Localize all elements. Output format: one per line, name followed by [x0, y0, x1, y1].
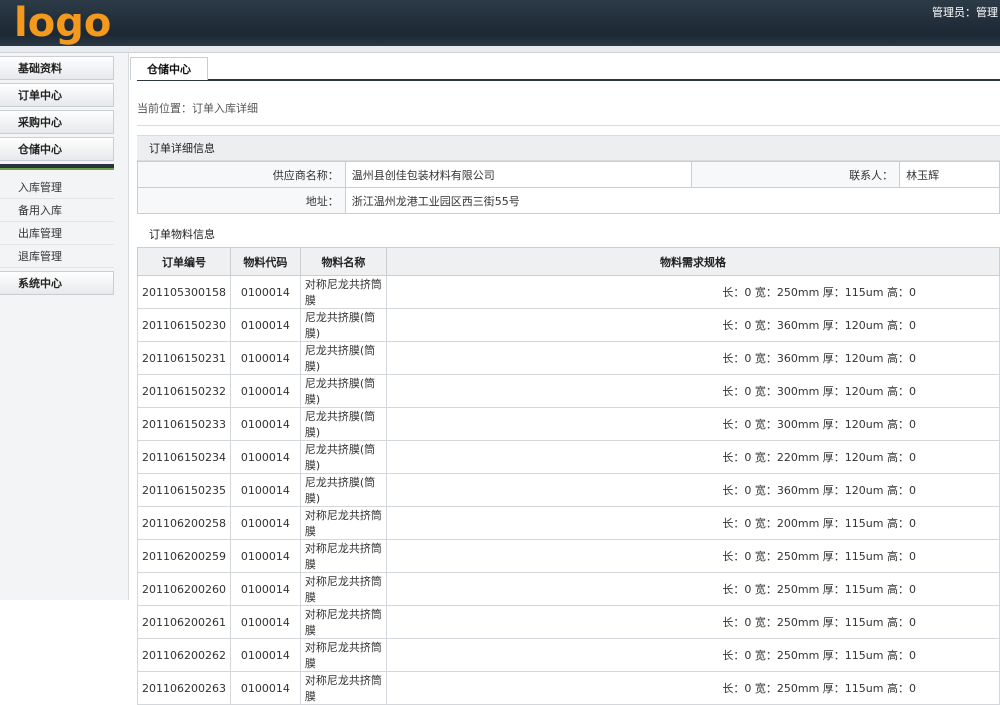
spec-cell: 长：0 宽：220mm 厚：120um 高：0 [386, 440, 1000, 474]
material-code-cell: 0100014 [229, 638, 301, 672]
material-code-cell: 0100014 [229, 671, 301, 705]
material-code-cell: 0100014 [229, 572, 301, 606]
spec-cell: 长：0 宽：300mm 厚：120um 高：0 [386, 407, 1000, 441]
supplier-label: 供应商名称： [137, 161, 346, 188]
order-detail-heading: 订单详细信息 [137, 135, 1000, 161]
material-name-cell: 尼龙共挤膜(筒膜) [299, 341, 388, 375]
material-code-cell: 0100014 [229, 341, 301, 375]
address-value: 浙江温州龙港工业园区西三街55号 [344, 187, 1000, 214]
supplier-value: 温州县创佳包装材料有限公司 [344, 161, 693, 188]
column-header-material-name: 物料名称 [299, 247, 388, 276]
material-name-cell: 尼龙共挤膜(筒膜) [299, 308, 388, 342]
order-no-cell: 201106200259 [137, 539, 231, 573]
table-row: 201106150231 0100014 尼龙共挤膜(筒膜) 长：0 宽：360mm … [137, 341, 1000, 375]
table-row: 201106150232 0100014 尼龙共挤膜(筒膜) 长：0 宽：300mm … [137, 374, 1000, 408]
order-items-table: 订单编号 物料代码 物料名称 物料需求规格 201105300158 010001… [137, 247, 1000, 705]
menu-warehouse-center[interactable]: 仓储中心 [0, 137, 114, 161]
order-no-cell: 201106150230 [137, 308, 231, 342]
material-code-cell: 0100014 [229, 407, 301, 441]
order-no-cell: 201106150233 [137, 407, 231, 441]
tab-bar: 仓储中心 [130, 53, 1000, 81]
contact-value: 林玉辉 [899, 161, 1000, 188]
table-row: 201106150234 0100014 尼龙共挤膜(筒膜) 长：0 宽：220mm … [137, 440, 1000, 474]
table-row: 201106150235 0100014 尼龙共挤膜(筒膜) 长：0 宽：360mm … [137, 473, 1000, 507]
material-name-cell: 对称尼龙共挤筒膜 [299, 638, 388, 672]
menu-active-divider [0, 164, 114, 170]
material-name-cell: 尼龙共挤膜(筒膜) [299, 473, 388, 507]
material-code-cell: 0100014 [229, 473, 301, 507]
table-row: 201106200260 0100014 对称尼龙共挤筒膜 长：0 宽：250mm 厚… [137, 572, 1000, 606]
sidebar: 基础资料 订单中心 采购中心 仓储中心 入库管理 备用入库 出库管理 退库管理 … [0, 53, 129, 600]
logo: logo [14, 0, 112, 46]
spec-cell: 长：0 宽：360mm 厚：120um 高：0 [386, 308, 1000, 342]
material-code-cell: 0100014 [229, 605, 301, 639]
table-row: 201106200263 0100014 对称尼龙共挤筒膜 长：0 宽：250mm 厚… [137, 671, 1000, 705]
material-code-cell: 0100014 [229, 506, 301, 540]
material-name-cell: 对称尼龙共挤筒膜 [299, 572, 388, 606]
column-header-material-code: 物料代码 [229, 247, 301, 276]
spec-cell: 长：0 宽：250mm 厚：115um 高：0 [386, 638, 1000, 672]
order-no-cell: 201106200258 [137, 506, 231, 540]
table-row: 201106200259 0100014 对称尼龙共挤筒膜 长：0 宽：250mm 厚… [137, 539, 1000, 573]
submenu-inbound[interactable]: 入库管理 [0, 176, 114, 199]
menu-basic-data[interactable]: 基础资料 [0, 56, 114, 80]
material-name-cell: 尼龙共挤膜(筒膜) [299, 440, 388, 474]
material-name-cell: 对称尼龙共挤筒膜 [299, 605, 388, 639]
material-code-cell: 0100014 [229, 275, 301, 309]
table-row: 201106150230 0100014 尼龙共挤膜(筒膜) 长：0 宽：360mm … [137, 308, 1000, 342]
spec-cell: 长：0 宽：250mm 厚：115um 高：0 [386, 275, 1000, 309]
order-no-cell: 201106200261 [137, 605, 231, 639]
contact-label: 联系人： [691, 161, 901, 188]
spec-cell: 长：0 宽：360mm 厚：120um 高：0 [386, 341, 1000, 375]
material-code-cell: 0100014 [229, 308, 301, 342]
spec-cell: 长：0 宽：200mm 厚：115um 高：0 [386, 506, 1000, 540]
spec-cell: 长：0 宽：250mm 厚：115um 高：0 [386, 572, 1000, 606]
breadcrumb: 当前位置：订单入库详细 [137, 102, 258, 115]
order-no-cell: 201106200262 [137, 638, 231, 672]
column-header-spec: 物料需求规格 [386, 247, 1000, 276]
column-header-order-no: 订单编号 [137, 247, 231, 276]
menu-purchase-center[interactable]: 采购中心 [0, 110, 114, 134]
order-no-cell: 201106200263 [137, 671, 231, 705]
tab-warehouse-center[interactable]: 仓储中心 [130, 57, 208, 80]
app-header: logo 管理员：管理 [0, 0, 1000, 46]
spec-cell: 长：0 宽：250mm 厚：115um 高：0 [386, 671, 1000, 705]
material-name-cell: 对称尼龙共挤筒膜 [299, 671, 388, 705]
order-items-heading: 订单物料信息 [137, 222, 1000, 247]
order-no-cell: 201106200260 [137, 572, 231, 606]
spec-cell: 长：0 宽：300mm 厚：120um 高：0 [386, 374, 1000, 408]
table-row: 201106200258 0100014 对称尼龙共挤筒膜 长：0 宽：200mm 厚… [137, 506, 1000, 540]
order-no-cell: 201106150232 [137, 374, 231, 408]
main-content: 仓储中心 当前位置：订单入库详细 订单详细信息 供应商名称： 温州县创佳包装材料… [130, 53, 1000, 705]
spec-cell: 长：0 宽：250mm 厚：115um 高：0 [386, 605, 1000, 639]
submenu-standby-inbound[interactable]: 备用入库 [0, 199, 114, 222]
order-no-cell: 201106150231 [137, 341, 231, 375]
address-label: 地址： [137, 187, 346, 214]
menu-order-center[interactable]: 订单中心 [0, 83, 114, 107]
current-user: 管理员：管理 [932, 6, 998, 19]
submenu-return[interactable]: 退库管理 [0, 245, 114, 268]
material-code-cell: 0100014 [229, 539, 301, 573]
material-code-cell: 0100014 [229, 440, 301, 474]
material-code-cell: 0100014 [229, 374, 301, 408]
divider [137, 125, 1000, 126]
material-name-cell: 尼龙共挤膜(筒膜) [299, 374, 388, 408]
spec-cell: 长：0 宽：360mm 厚：120um 高：0 [386, 473, 1000, 507]
submenu-outbound[interactable]: 出库管理 [0, 222, 114, 245]
header-subbar [0, 46, 1000, 53]
order-no-cell: 201105300158 [137, 275, 231, 309]
table-row: 201106200261 0100014 对称尼龙共挤筒膜 长：0 宽：250mm 厚… [137, 605, 1000, 639]
material-name-cell: 对称尼龙共挤筒膜 [299, 506, 388, 540]
material-name-cell: 对称尼龙共挤筒膜 [299, 275, 388, 309]
table-row: 201105300158 0100014 对称尼龙共挤筒膜 长：0 宽：250mm 厚… [137, 275, 1000, 309]
order-info-table: 供应商名称： 温州县创佳包装材料有限公司 联系人： 林玉辉 地址： 浙江温州龙港… [137, 161, 1000, 214]
order-no-cell: 201106150234 [137, 440, 231, 474]
table-row: 201106150233 0100014 尼龙共挤膜(筒膜) 长：0 宽：300mm … [137, 407, 1000, 441]
material-name-cell: 尼龙共挤膜(筒膜) [299, 407, 388, 441]
material-name-cell: 对称尼龙共挤筒膜 [299, 539, 388, 573]
spec-cell: 长：0 宽：250mm 厚：115um 高：0 [386, 539, 1000, 573]
menu-system-center[interactable]: 系统中心 [0, 271, 114, 295]
table-row: 201106200262 0100014 对称尼龙共挤筒膜 长：0 宽：250mm 厚… [137, 638, 1000, 672]
order-no-cell: 201106150235 [137, 473, 231, 507]
